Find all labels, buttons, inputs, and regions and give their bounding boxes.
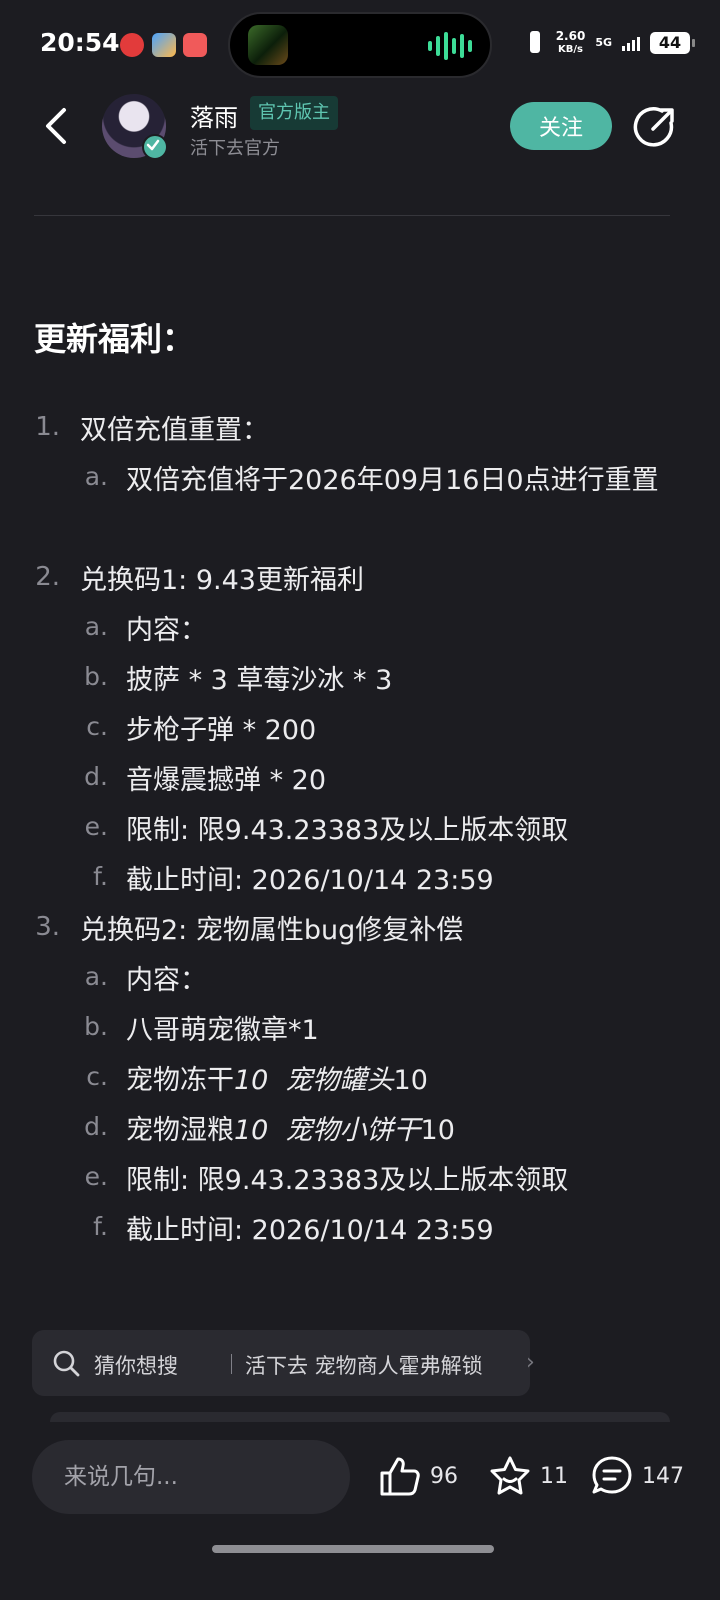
sub-letter: e.: [84, 1162, 108, 1191]
author-subtitle: 活下去官方: [190, 138, 280, 159]
sub-item-tail: 10: [420, 1115, 455, 1146]
speed-value: 2.60: [555, 29, 586, 43]
share-icon[interactable]: [632, 104, 678, 150]
battery-icon: 44: [650, 32, 695, 54]
post-heading: 更新福利：: [34, 320, 195, 358]
list-item: 兑换码2: 宠物属性bug修复补偿: [80, 915, 464, 946]
speed-unit: KB/s: [558, 44, 583, 55]
thumbs-up-icon: [380, 1457, 420, 1496]
search-icon: [53, 1350, 80, 1377]
sub-item: 限制: 限9.43.23383及以上版本领取: [126, 1165, 569, 1196]
status-time: 20:54: [40, 28, 120, 57]
sub-item-italic: 10 宠物小饼干: [234, 1115, 421, 1146]
next-card-edge: [50, 1412, 670, 1422]
sub-letter: e.: [84, 812, 108, 841]
suggest-label: 猜你想搜: [94, 1354, 178, 1378]
like-count: 96: [430, 1464, 458, 1489]
notes-app-icon: [183, 33, 207, 57]
sub-letter: d.: [84, 1112, 108, 1141]
sub-item-text: 宠物冻干: [126, 1065, 234, 1096]
sub-item: 宠物冻干10 宠物罐头10: [126, 1058, 428, 1104]
list-item: 双倍充值重置：: [80, 415, 269, 446]
sub-letter: f.: [93, 862, 108, 891]
sub-item: 截止时间: 2026/10/14 23:59: [126, 1215, 494, 1246]
home-indicator[interactable]: [212, 1545, 494, 1553]
sub-item: 双倍充值将于2026年09月16日0点进行重置: [126, 465, 659, 496]
follow-button[interactable]: 关注: [510, 102, 612, 150]
comment-count: 147: [642, 1464, 684, 1489]
comment-button[interactable]: 147: [590, 1452, 690, 1502]
sub-item: 宠物湿粮10 宠物小饼干10: [126, 1108, 455, 1154]
status-bar: 20:54 2.60 KB/s 5G 44: [0, 0, 720, 90]
sub-letter: a.: [84, 962, 108, 991]
sub-item-tail: 10: [393, 1065, 428, 1096]
favorite-button[interactable]: 11: [488, 1452, 568, 1502]
search-suggestion[interactable]: 猜你想搜 活下去 宠物商人霍弗解锁 ›: [32, 1330, 535, 1396]
back-arrow-icon[interactable]: [36, 104, 80, 148]
sub-letter: a.: [84, 612, 108, 641]
star-icon: [490, 1456, 530, 1495]
network-speed: 2.60 KB/s: [556, 30, 586, 56]
sub-item: 限制: 限9.43.23383及以上版本领取: [126, 815, 569, 846]
like-button[interactable]: 96: [378, 1452, 464, 1502]
sub-item: 内容：: [126, 965, 207, 996]
signal-icon: [622, 35, 640, 51]
network-type: 5G: [595, 36, 612, 49]
sub-letter: b.: [84, 662, 108, 691]
dynamic-island[interactable]: [228, 12, 492, 78]
sub-letter: f.: [93, 1212, 108, 1241]
verified-icon: [142, 134, 168, 160]
sub-letter: c.: [86, 1062, 108, 1091]
sub-item: 八哥萌宠徽章*1: [126, 1015, 319, 1046]
sub-item: 内容：: [126, 615, 207, 646]
comment-bubble-icon: [592, 1456, 632, 1494]
game-thumbnail-icon: [248, 25, 288, 65]
header-divider: [34, 215, 670, 216]
moderator-badge: 官方版主: [250, 96, 338, 130]
sub-item: 披萨 * 3 草莓沙冰 * 3: [126, 665, 393, 696]
list-item: 兑换码1: 9.43更新福利: [80, 565, 364, 596]
sub-item-text: 宠物湿粮: [126, 1115, 234, 1146]
audio-wave-icon: [428, 32, 472, 60]
sub-item: 步枪子弹 * 200: [126, 715, 317, 746]
sub-item: 截止时间: 2026/10/14 23:59: [126, 865, 494, 896]
sub-letter: a.: [84, 462, 108, 491]
suggest-divider: [231, 1354, 232, 1374]
comment-input[interactable]: [32, 1440, 350, 1514]
chevron-right-icon: ›: [526, 1350, 535, 1375]
bottom-bar: 96 11 147: [0, 1422, 720, 1600]
list-number: 3.: [35, 912, 60, 942]
sub-item: 音爆震撼弹 * 20: [126, 765, 327, 796]
vibrate-icon: [524, 30, 546, 56]
favorite-count: 11: [540, 1464, 568, 1489]
sub-letter: d.: [84, 762, 108, 791]
status-indicators: 2.60 KB/s 5G 44: [524, 30, 695, 56]
app-store-icon: [152, 33, 176, 57]
author-name[interactable]: 落雨: [190, 98, 238, 133]
sub-letter: b.: [84, 1012, 108, 1041]
netease-music-icon: [120, 33, 144, 57]
suggest-query: 活下去 宠物商人霍弗解锁: [245, 1354, 483, 1378]
list-number: 2.: [35, 562, 60, 592]
list-number: 1.: [35, 412, 60, 442]
sub-letter: c.: [86, 712, 108, 741]
sub-item-italic: 10 宠物罐头: [234, 1065, 394, 1096]
